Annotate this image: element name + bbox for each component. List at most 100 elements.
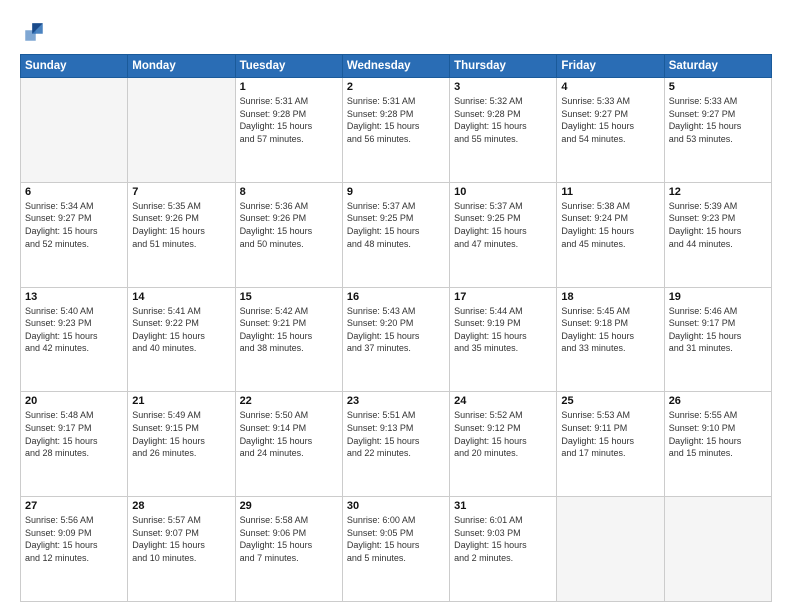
calendar-cell: 27 Sunrise: 5:56 AM Sunset: 9:09 PM Dayli… <box>21 497 128 602</box>
day-info: Sunrise: 5:46 AM Sunset: 9:17 PM Dayligh… <box>669 305 767 355</box>
day-number: 21 <box>132 395 230 407</box>
day-info: Sunrise: 5:33 AM Sunset: 9:27 PM Dayligh… <box>669 95 767 145</box>
calendar-cell: 2 Sunrise: 5:31 AM Sunset: 9:28 PM Daylig… <box>342 78 449 183</box>
calendar-cell: 14 Sunrise: 5:41 AM Sunset: 9:22 PM Dayli… <box>128 287 235 392</box>
calendar-table: SundayMondayTuesdayWednesdayThursdayFrid… <box>20 54 772 602</box>
day-number: 10 <box>454 186 552 198</box>
day-info: Sunrise: 5:31 AM Sunset: 9:28 PM Dayligh… <box>347 95 445 145</box>
day-info: Sunrise: 5:38 AM Sunset: 9:24 PM Dayligh… <box>561 200 659 250</box>
day-number: 16 <box>347 291 445 303</box>
calendar-cell: 18 Sunrise: 5:45 AM Sunset: 9:18 PM Dayli… <box>557 287 664 392</box>
day-info: Sunrise: 5:37 AM Sunset: 9:25 PM Dayligh… <box>454 200 552 250</box>
day-info: Sunrise: 5:45 AM Sunset: 9:18 PM Dayligh… <box>561 305 659 355</box>
calendar-cell <box>128 78 235 183</box>
week-row-3: 13 Sunrise: 5:40 AM Sunset: 9:23 PM Dayli… <box>21 287 772 392</box>
header <box>20 18 772 46</box>
weekday-header-row: SundayMondayTuesdayWednesdayThursdayFrid… <box>21 55 772 78</box>
day-number: 4 <box>561 81 659 93</box>
calendar-cell: 23 Sunrise: 5:51 AM Sunset: 9:13 PM Dayli… <box>342 392 449 497</box>
day-info: Sunrise: 5:42 AM Sunset: 9:21 PM Dayligh… <box>240 305 338 355</box>
day-info: Sunrise: 5:53 AM Sunset: 9:11 PM Dayligh… <box>561 409 659 459</box>
day-info: Sunrise: 5:35 AM Sunset: 9:26 PM Dayligh… <box>132 200 230 250</box>
calendar-cell <box>664 497 771 602</box>
calendar-cell: 8 Sunrise: 5:36 AM Sunset: 9:26 PM Daylig… <box>235 182 342 287</box>
day-info: Sunrise: 6:00 AM Sunset: 9:05 PM Dayligh… <box>347 514 445 564</box>
calendar-cell: 19 Sunrise: 5:46 AM Sunset: 9:17 PM Dayli… <box>664 287 771 392</box>
week-row-4: 20 Sunrise: 5:48 AM Sunset: 9:17 PM Dayli… <box>21 392 772 497</box>
day-number: 19 <box>669 291 767 303</box>
calendar-cell: 24Sunrise: 5:52 AM Sunset: 9:12 PM Dayli… <box>450 392 557 497</box>
calendar-cell: 4Sunrise: 5:33 AM Sunset: 9:27 PM Daylig… <box>557 78 664 183</box>
day-info: Sunrise: 5:34 AM Sunset: 9:27 PM Dayligh… <box>25 200 123 250</box>
day-number: 31 <box>454 500 552 512</box>
day-info: Sunrise: 5:32 AM Sunset: 9:28 PM Dayligh… <box>454 95 552 145</box>
calendar-cell: 5 Sunrise: 5:33 AM Sunset: 9:27 PM Daylig… <box>664 78 771 183</box>
day-number: 5 <box>669 81 767 93</box>
calendar-cell: 25 Sunrise: 5:53 AM Sunset: 9:11 PM Dayli… <box>557 392 664 497</box>
day-number: 18 <box>561 291 659 303</box>
calendar-cell: 6 Sunrise: 5:34 AM Sunset: 9:27 PM Daylig… <box>21 182 128 287</box>
day-number: 23 <box>347 395 445 407</box>
day-number: 12 <box>669 186 767 198</box>
day-info: Sunrise: 5:41 AM Sunset: 9:22 PM Dayligh… <box>132 305 230 355</box>
day-number: 11 <box>561 186 659 198</box>
calendar-cell: 10 Sunrise: 5:37 AM Sunset: 9:25 PM Dayli… <box>450 182 557 287</box>
day-number: 7 <box>132 186 230 198</box>
day-number: 3 <box>454 81 552 93</box>
day-info: Sunrise: 5:40 AM Sunset: 9:23 PM Dayligh… <box>25 305 123 355</box>
logo <box>20 18 52 46</box>
day-info: Sunrise: 5:55 AM Sunset: 9:10 PM Dayligh… <box>669 409 767 459</box>
calendar-cell <box>557 497 664 602</box>
calendar-cell: 26 Sunrise: 5:55 AM Sunset: 9:10 PM Dayli… <box>664 392 771 497</box>
day-info: Sunrise: 5:58 AM Sunset: 9:06 PM Dayligh… <box>240 514 338 564</box>
calendar-cell: 29 Sunrise: 5:58 AM Sunset: 9:06 PM Dayli… <box>235 497 342 602</box>
calendar-cell: 7 Sunrise: 5:35 AM Sunset: 9:26 PM Daylig… <box>128 182 235 287</box>
day-info: Sunrise: 5:36 AM Sunset: 9:26 PM Dayligh… <box>240 200 338 250</box>
calendar-cell: 22 Sunrise: 5:50 AM Sunset: 9:14 PM Dayli… <box>235 392 342 497</box>
weekday-header-friday: Friday <box>557 55 664 78</box>
day-number: 17 <box>454 291 552 303</box>
day-number: 1 <box>240 81 338 93</box>
day-number: 26 <box>669 395 767 407</box>
day-number: 29 <box>240 500 338 512</box>
day-number: 8 <box>240 186 338 198</box>
calendar-cell: 28Sunrise: 5:57 AM Sunset: 9:07 PM Dayli… <box>128 497 235 602</box>
logo-icon <box>20 18 48 46</box>
day-number: 25 <box>561 395 659 407</box>
calendar-cell: 16 Sunrise: 5:43 AM Sunset: 9:20 PM Dayli… <box>342 287 449 392</box>
day-number: 13 <box>25 291 123 303</box>
day-number: 14 <box>132 291 230 303</box>
day-info: Sunrise: 5:50 AM Sunset: 9:14 PM Dayligh… <box>240 409 338 459</box>
day-info: Sunrise: 5:56 AM Sunset: 9:09 PM Dayligh… <box>25 514 123 564</box>
day-info: Sunrise: 5:44 AM Sunset: 9:19 PM Dayligh… <box>454 305 552 355</box>
calendar-cell: 21Sunrise: 5:49 AM Sunset: 9:15 PM Dayli… <box>128 392 235 497</box>
page: SundayMondayTuesdayWednesdayThursdayFrid… <box>0 0 792 612</box>
calendar-cell: 30 Sunrise: 6:00 AM Sunset: 9:05 PM Dayli… <box>342 497 449 602</box>
calendar-cell: 20 Sunrise: 5:48 AM Sunset: 9:17 PM Dayli… <box>21 392 128 497</box>
day-number: 20 <box>25 395 123 407</box>
day-info: Sunrise: 6:01 AM Sunset: 9:03 PM Dayligh… <box>454 514 552 564</box>
calendar-cell: 13 Sunrise: 5:40 AM Sunset: 9:23 PM Dayli… <box>21 287 128 392</box>
weekday-header-wednesday: Wednesday <box>342 55 449 78</box>
calendar-cell: 31 Sunrise: 6:01 AM Sunset: 9:03 PM Dayli… <box>450 497 557 602</box>
day-info: Sunrise: 5:31 AM Sunset: 9:28 PM Dayligh… <box>240 95 338 145</box>
weekday-header-sunday: Sunday <box>21 55 128 78</box>
calendar-cell: 9Sunrise: 5:37 AM Sunset: 9:25 PM Daylig… <box>342 182 449 287</box>
calendar-cell: 12 Sunrise: 5:39 AM Sunset: 9:23 PM Dayli… <box>664 182 771 287</box>
week-row-5: 27 Sunrise: 5:56 AM Sunset: 9:09 PM Dayli… <box>21 497 772 602</box>
day-number: 15 <box>240 291 338 303</box>
calendar-cell <box>21 78 128 183</box>
day-number: 30 <box>347 500 445 512</box>
calendar-cell: 17 Sunrise: 5:44 AM Sunset: 9:19 PM Dayli… <box>450 287 557 392</box>
day-info: Sunrise: 5:51 AM Sunset: 9:13 PM Dayligh… <box>347 409 445 459</box>
day-info: Sunrise: 5:39 AM Sunset: 9:23 PM Dayligh… <box>669 200 767 250</box>
day-info: Sunrise: 5:48 AM Sunset: 9:17 PM Dayligh… <box>25 409 123 459</box>
day-number: 22 <box>240 395 338 407</box>
day-number: 27 <box>25 500 123 512</box>
day-number: 6 <box>25 186 123 198</box>
day-info: Sunrise: 5:57 AM Sunset: 9:07 PM Dayligh… <box>132 514 230 564</box>
day-number: 2 <box>347 81 445 93</box>
weekday-header-tuesday: Tuesday <box>235 55 342 78</box>
day-info: Sunrise: 5:52 AM Sunset: 9:12 PM Dayligh… <box>454 409 552 459</box>
day-info: Sunrise: 5:43 AM Sunset: 9:20 PM Dayligh… <box>347 305 445 355</box>
